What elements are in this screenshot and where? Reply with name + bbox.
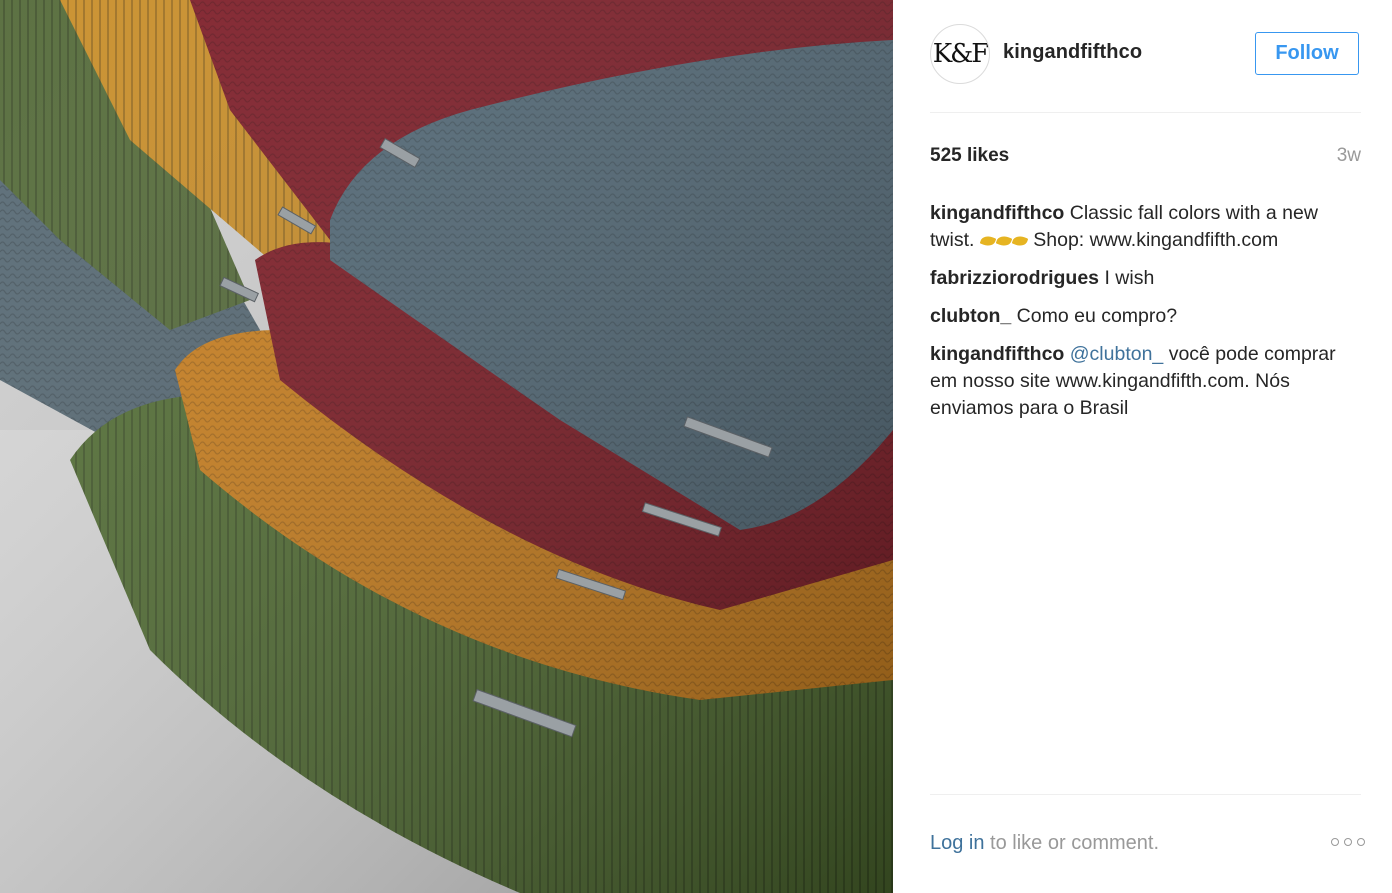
- comment-text: Shop: www.kingandfifth.com: [1027, 229, 1279, 251]
- dot: [1357, 838, 1365, 846]
- knit-beanies-photo: [0, 0, 893, 893]
- dot: [1331, 838, 1339, 846]
- comment-item: fabrizziorodrigues I wish: [930, 265, 1361, 292]
- post-age[interactable]: 3w: [1337, 145, 1361, 167]
- follow-button[interactable]: Follow: [1255, 32, 1359, 75]
- divider: [930, 794, 1361, 795]
- divider: [930, 112, 1361, 113]
- comment-item: kingandfifthco Classic fall colors with …: [930, 200, 1361, 254]
- post-panel: K&F kingandfifthco Follow 525 likes 3w k…: [893, 0, 1392, 893]
- instagram-post: K&F kingandfifthco Follow 525 likes 3w k…: [0, 0, 1392, 893]
- mention-link[interactable]: @clubton_: [1070, 343, 1164, 365]
- login-link[interactable]: Log in: [930, 832, 985, 854]
- comment-list: kingandfifthco Classic fall colors with …: [930, 200, 1361, 433]
- likes-count[interactable]: 525 likes: [930, 145, 1009, 167]
- login-prompt-text: to like or comment.: [984, 832, 1160, 854]
- comment-author[interactable]: fabrizziorodrigues: [930, 267, 1099, 289]
- post-photo[interactable]: [0, 0, 893, 893]
- comment-item: kingandfifthco @clubton_ você pode compr…: [930, 341, 1361, 422]
- post-header: K&F kingandfifthco Follow: [930, 24, 1361, 84]
- comment-item: clubton_ Como eu compro?: [930, 303, 1361, 330]
- comment-author[interactable]: kingandfifthco: [930, 343, 1064, 365]
- leaf-emoji-icon: [979, 229, 1029, 251]
- comment-text: I wish: [1099, 267, 1155, 289]
- dot: [1344, 838, 1352, 846]
- avatar[interactable]: K&F: [930, 24, 990, 84]
- comment-text: Como eu compro?: [1011, 305, 1178, 327]
- login-prompt: Log in to like or comment.: [930, 832, 1159, 855]
- username-link[interactable]: kingandfifthco: [1003, 41, 1142, 64]
- ellipsis-icon[interactable]: [1331, 838, 1365, 846]
- comment-author[interactable]: kingandfifthco: [930, 202, 1064, 224]
- avatar-logo: K&F: [932, 39, 989, 69]
- comment-author[interactable]: clubton_: [930, 305, 1011, 327]
